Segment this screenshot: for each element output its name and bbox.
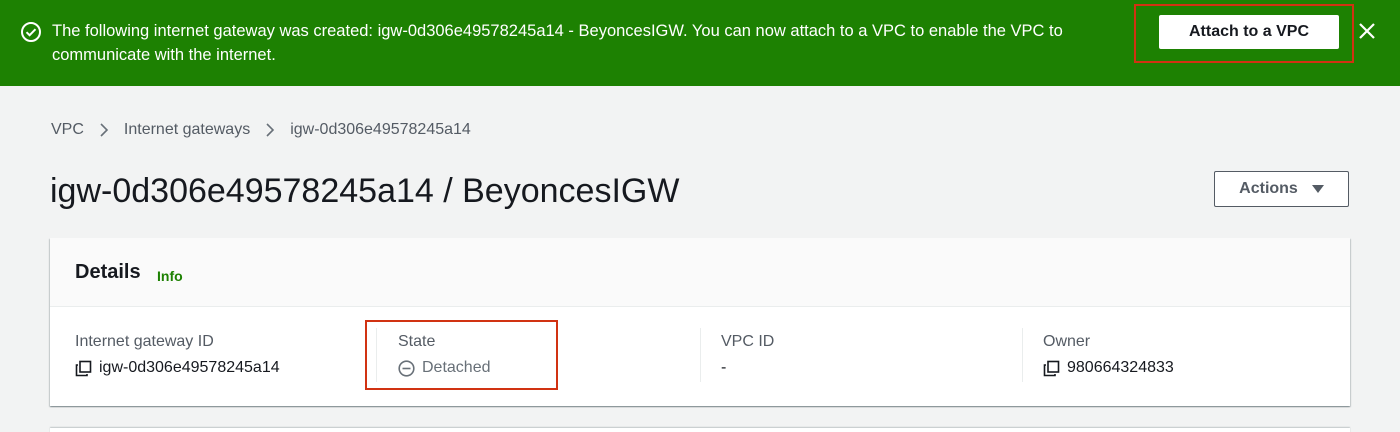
- breadcrumb-item-vpc[interactable]: VPC: [51, 121, 84, 139]
- flash-message: The following internet gateway was creat…: [52, 22, 1063, 64]
- info-link[interactable]: Info: [157, 268, 183, 284]
- column-divider: [1022, 328, 1023, 382]
- page-title: igw-0d306e49578245a14 / BeyoncesIGW: [50, 172, 680, 210]
- field-label: Internet gateway ID: [75, 333, 214, 350]
- breadcrumb-item-current: igw-0d306e49578245a14: [290, 121, 471, 138]
- vpc-id-value: -: [721, 359, 727, 376]
- field-internet-gateway-id: Internet gateway ID igw-0d306e49578245a1…: [75, 331, 280, 391]
- caret-down-icon: [1311, 185, 1324, 193]
- close-icon[interactable]: [1356, 20, 1378, 42]
- owner-value: 980664324833: [1067, 359, 1174, 376]
- internet-gateway-id-value: igw-0d306e49578245a14: [99, 359, 280, 376]
- field-owner: Owner 980664324833: [1043, 331, 1174, 391]
- breadcrumb-item-internet-gateways[interactable]: Internet gateways: [124, 121, 250, 139]
- copy-icon[interactable]: [1043, 360, 1060, 377]
- field-value-row: igw-0d306e49578245a14: [75, 357, 280, 379]
- column-divider: [700, 328, 701, 382]
- breadcrumb: VPC Internet gateways igw-0d306e49578245…: [51, 119, 471, 141]
- success-flash-banner: The following internet gateway was creat…: [0, 0, 1400, 86]
- field-value-row: 980664324833: [1043, 357, 1174, 379]
- field-vpc-id: VPC ID -: [721, 331, 774, 391]
- state-highlight-box: [365, 320, 558, 390]
- chevron-right-icon: [84, 121, 124, 139]
- details-title: Details: [75, 261, 141, 283]
- attach-to-vpc-button[interactable]: Attach to a VPC: [1159, 15, 1339, 49]
- details-header: Details Info: [50, 238, 1350, 307]
- actions-dropdown-button[interactable]: Actions: [1214, 171, 1349, 207]
- field-label: Owner: [1043, 333, 1091, 350]
- details-panel: Details Info Internet gateway ID igw-0d3…: [50, 238, 1350, 406]
- next-panel-edge: [50, 428, 1350, 432]
- field-value-row: -: [721, 357, 774, 379]
- field-label: VPC ID: [721, 333, 775, 350]
- chevron-right-icon: [250, 121, 290, 139]
- check-circle-icon: [21, 22, 41, 42]
- copy-icon[interactable]: [75, 360, 92, 377]
- actions-label: Actions: [1239, 180, 1298, 197]
